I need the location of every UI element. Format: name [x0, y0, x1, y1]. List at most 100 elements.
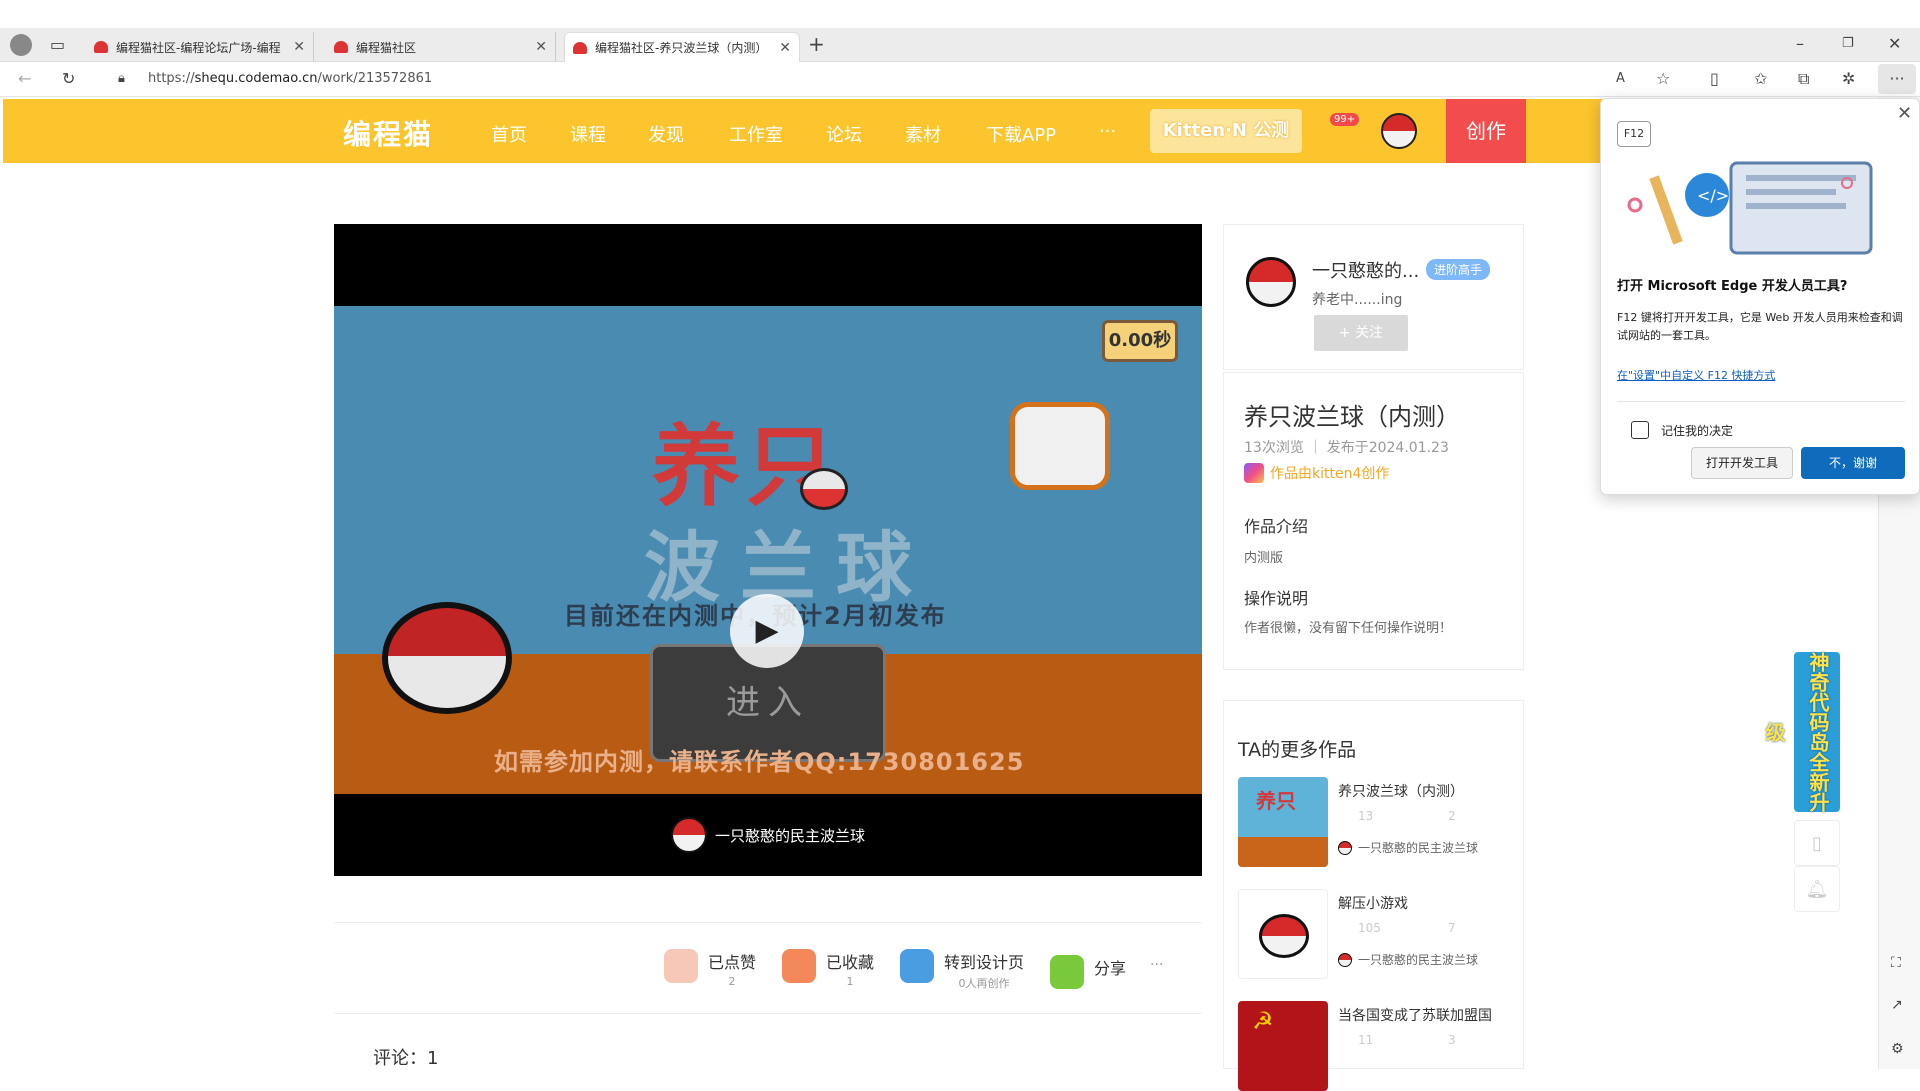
collect-icon [782, 949, 816, 983]
nav-download-app[interactable]: 下载APP [986, 121, 1056, 147]
close-tab-icon[interactable]: ✕ [535, 39, 547, 55]
close-tab-icon[interactable]: ✕ [293, 39, 305, 55]
work-meta: 13次浏览 ｜ 发布于2024.01.23 [1244, 440, 1449, 456]
back-icon[interactable]: ← [18, 69, 31, 89]
intro-heading: 作品介绍 [1244, 517, 1309, 536]
work-player: 养只 波兰球 目前还在内测中，预计2月初发布 进入 如需参加内测，请联系作者QQ… [334, 224, 1202, 876]
nav-forum[interactable]: 论坛 [826, 121, 862, 147]
more-work-item[interactable]: 养只 养只波兰球（内测） 13 2 一只憨憨的民主波兰球 [1238, 777, 1508, 867]
close-tab-icon[interactable]: ✕ [779, 40, 791, 56]
work-thumbnail: 养只 [1238, 777, 1328, 867]
codemao-favicon-icon [94, 41, 108, 53]
address-bar: ← ↻ 🔒︎ https://shequ.codemao.cn/work/213… [0, 62, 1920, 97]
author-name[interactable]: 一只憨憨的... [1312, 257, 1419, 283]
profile-icon[interactable] [10, 34, 32, 56]
remix-button[interactable]: 转到设计页 0人再创作 [900, 949, 1024, 991]
refresh-icon[interactable]: ↻ [62, 69, 75, 89]
window-top-strip [0, 0, 1920, 28]
restore-icon[interactable]: ❐ [1842, 34, 1854, 54]
codemao-logo[interactable]: 编程猫 [343, 113, 433, 153]
read-aloud-icon[interactable]: A [1616, 69, 1625, 89]
remember-decision-checkbox[interactable]: 记住我的决定 [1631, 421, 1733, 439]
howto-text: 作者很懒，没有留下任何操作说明！ [1244, 621, 1453, 636]
window-close-icon[interactable]: ✕ [1888, 34, 1901, 54]
tab-1[interactable]: 编程猫社区-编程论坛广场-编程 ✕ [86, 32, 314, 62]
game-stage[interactable]: 养只 波兰球 目前还在内测中，预计2月初发布 进入 如需参加内测，请联系作者QQ… [334, 306, 1202, 794]
game-contact-notice: 如需参加内测，请联系作者QQ:1730801625 [494, 748, 1025, 776]
nav-more[interactable]: ··· [1099, 121, 1116, 142]
author-card: 一只憨憨的... 进阶高手 养老中......ing + 关注 [1223, 224, 1524, 370]
feedback-icon[interactable]: ▯ [1794, 820, 1840, 866]
customize-f12-link[interactable]: 在"设置"中自定义 F12 快捷方式 [1617, 367, 1775, 383]
share-button[interactable]: 分享 [1050, 955, 1126, 989]
codemao-favicon-icon [334, 41, 348, 53]
made-by-kitten[interactable]: 作品由kitten4创作 [1244, 463, 1389, 483]
follow-button[interactable]: + 关注 [1314, 315, 1408, 351]
checkbox-icon[interactable] [1631, 421, 1649, 439]
dialog-close-icon[interactable]: ✕ [1897, 103, 1912, 124]
kitten-app-icon [1244, 463, 1264, 483]
screenshot-icon[interactable]: ⛶ [1891, 953, 1901, 973]
player-author-bar[interactable]: 一只憨憨的民主波兰球 [334, 794, 1202, 876]
play-icon[interactable]: ▶ [730, 594, 804, 668]
extensions-icon[interactable]: ✲ [1842, 69, 1855, 89]
nav-courses[interactable]: 课程 [570, 121, 606, 147]
countryballs-box-icon [1010, 402, 1110, 490]
nav-materials[interactable]: 素材 [905, 121, 941, 147]
dialog-description: F12 键将打开开发工具，它是 Web 开发人员用来检查和调试网站的一套工具。 [1617, 311, 1903, 342]
collections-icon[interactable]: ⧉ [1798, 69, 1809, 89]
tab-3-active[interactable]: 编程猫社区-养只波兰球（内测） ✕ [564, 32, 800, 62]
dialog-divider [1617, 401, 1905, 402]
url-field[interactable]: https://shequ.codemao.cn/work/213572861 [148, 71, 432, 86]
work-thumbnail [1238, 889, 1328, 979]
settings-gear-icon[interactable]: ⚙ [1891, 1039, 1904, 1059]
remix-icon [900, 949, 934, 983]
work-actions-bar: 已点赞 2 已收藏 1 转到设计页 0人再创作 分享 ··· [334, 922, 1202, 1014]
tab-2[interactable]: 编程猫社区 ✕ [326, 32, 556, 62]
share-icon [1050, 955, 1084, 989]
work-thumbnail: ☭ [1238, 1001, 1328, 1091]
notification-badge[interactable]: 99+ [1330, 113, 1360, 126]
more-menu-icon[interactable]: ··· [1878, 64, 1916, 94]
favorite-star-icon[interactable]: ☆ [1656, 69, 1670, 89]
open-devtools-button[interactable]: 打开开发工具 [1691, 447, 1793, 479]
howto-heading: 操作说明 [1244, 589, 1309, 608]
tab-actions-icon[interactable]: ▭ [50, 35, 65, 55]
kitten-n-beta-button[interactable]: Kitten·N 公测 [1150, 109, 1302, 153]
author-avatar-icon [1338, 840, 1352, 855]
dialog-title: 打开 Microsoft Edge 开发人员工具? [1617, 279, 1848, 294]
player-author-name: 一只憨憨的民主波兰球 [714, 826, 865, 845]
open-external-icon[interactable]: ↗ [1891, 995, 1903, 1015]
polandball-small-icon [800, 468, 848, 510]
author-avatar-icon [670, 817, 707, 853]
more-work-item[interactable]: 解压小游戏 105 7 一只憨憨的民主波兰球 [1238, 889, 1508, 979]
tab-bar: ▭ 编程猫社区-编程论坛广场-编程 ✕ 编程猫社区 ✕ 编程猫社区-养只波兰球（… [0, 28, 1920, 62]
svg-text:</>: </> [1697, 186, 1729, 205]
more-actions-icon[interactable]: ··· [1150, 957, 1163, 973]
collect-button[interactable]: 已收藏 1 [782, 949, 874, 988]
nav-home[interactable]: 首页 [491, 121, 527, 147]
no-thanks-button[interactable]: 不，谢谢 [1801, 447, 1905, 479]
notification-bell-icon[interactable]: 🔔︎ [1794, 866, 1840, 912]
like-button[interactable]: 已点赞 2 [664, 949, 756, 988]
user-avatar[interactable] [1381, 113, 1417, 149]
codemao-favicon-icon [573, 41, 587, 54]
create-button[interactable]: 创作 [1446, 99, 1526, 163]
author-motto: 养老中......ing [1312, 292, 1403, 308]
comments-count: 评论：1 [373, 1048, 439, 1069]
nav-studio[interactable]: 工作室 [729, 121, 783, 147]
author-avatar[interactable] [1246, 257, 1296, 307]
lock-icon: 🔒︎ [118, 71, 125, 86]
f12-key-icon: F12 [1617, 121, 1651, 147]
new-tab-icon[interactable]: + [808, 34, 825, 54]
split-screen-icon[interactable]: ▯ [1710, 69, 1719, 89]
level-badge: 进阶高手 [1426, 259, 1491, 280]
minimize-icon[interactable]: – [1796, 34, 1804, 54]
nav-discover[interactable]: 发现 [648, 121, 684, 147]
code-island-promo[interactable]: 神奇代码岛全新升级 [1762, 652, 1840, 812]
favorites-icon[interactable]: ✩ [1754, 69, 1767, 89]
more-work-item[interactable]: ☭ 当各国变成了苏联加盟国 11 3 [1238, 1001, 1508, 1091]
game-timer: 0.00秒 [1102, 320, 1178, 362]
work-title: 养只波兰球（内测） [1244, 403, 1460, 431]
more-works-title: TA的更多作品 [1238, 739, 1357, 761]
